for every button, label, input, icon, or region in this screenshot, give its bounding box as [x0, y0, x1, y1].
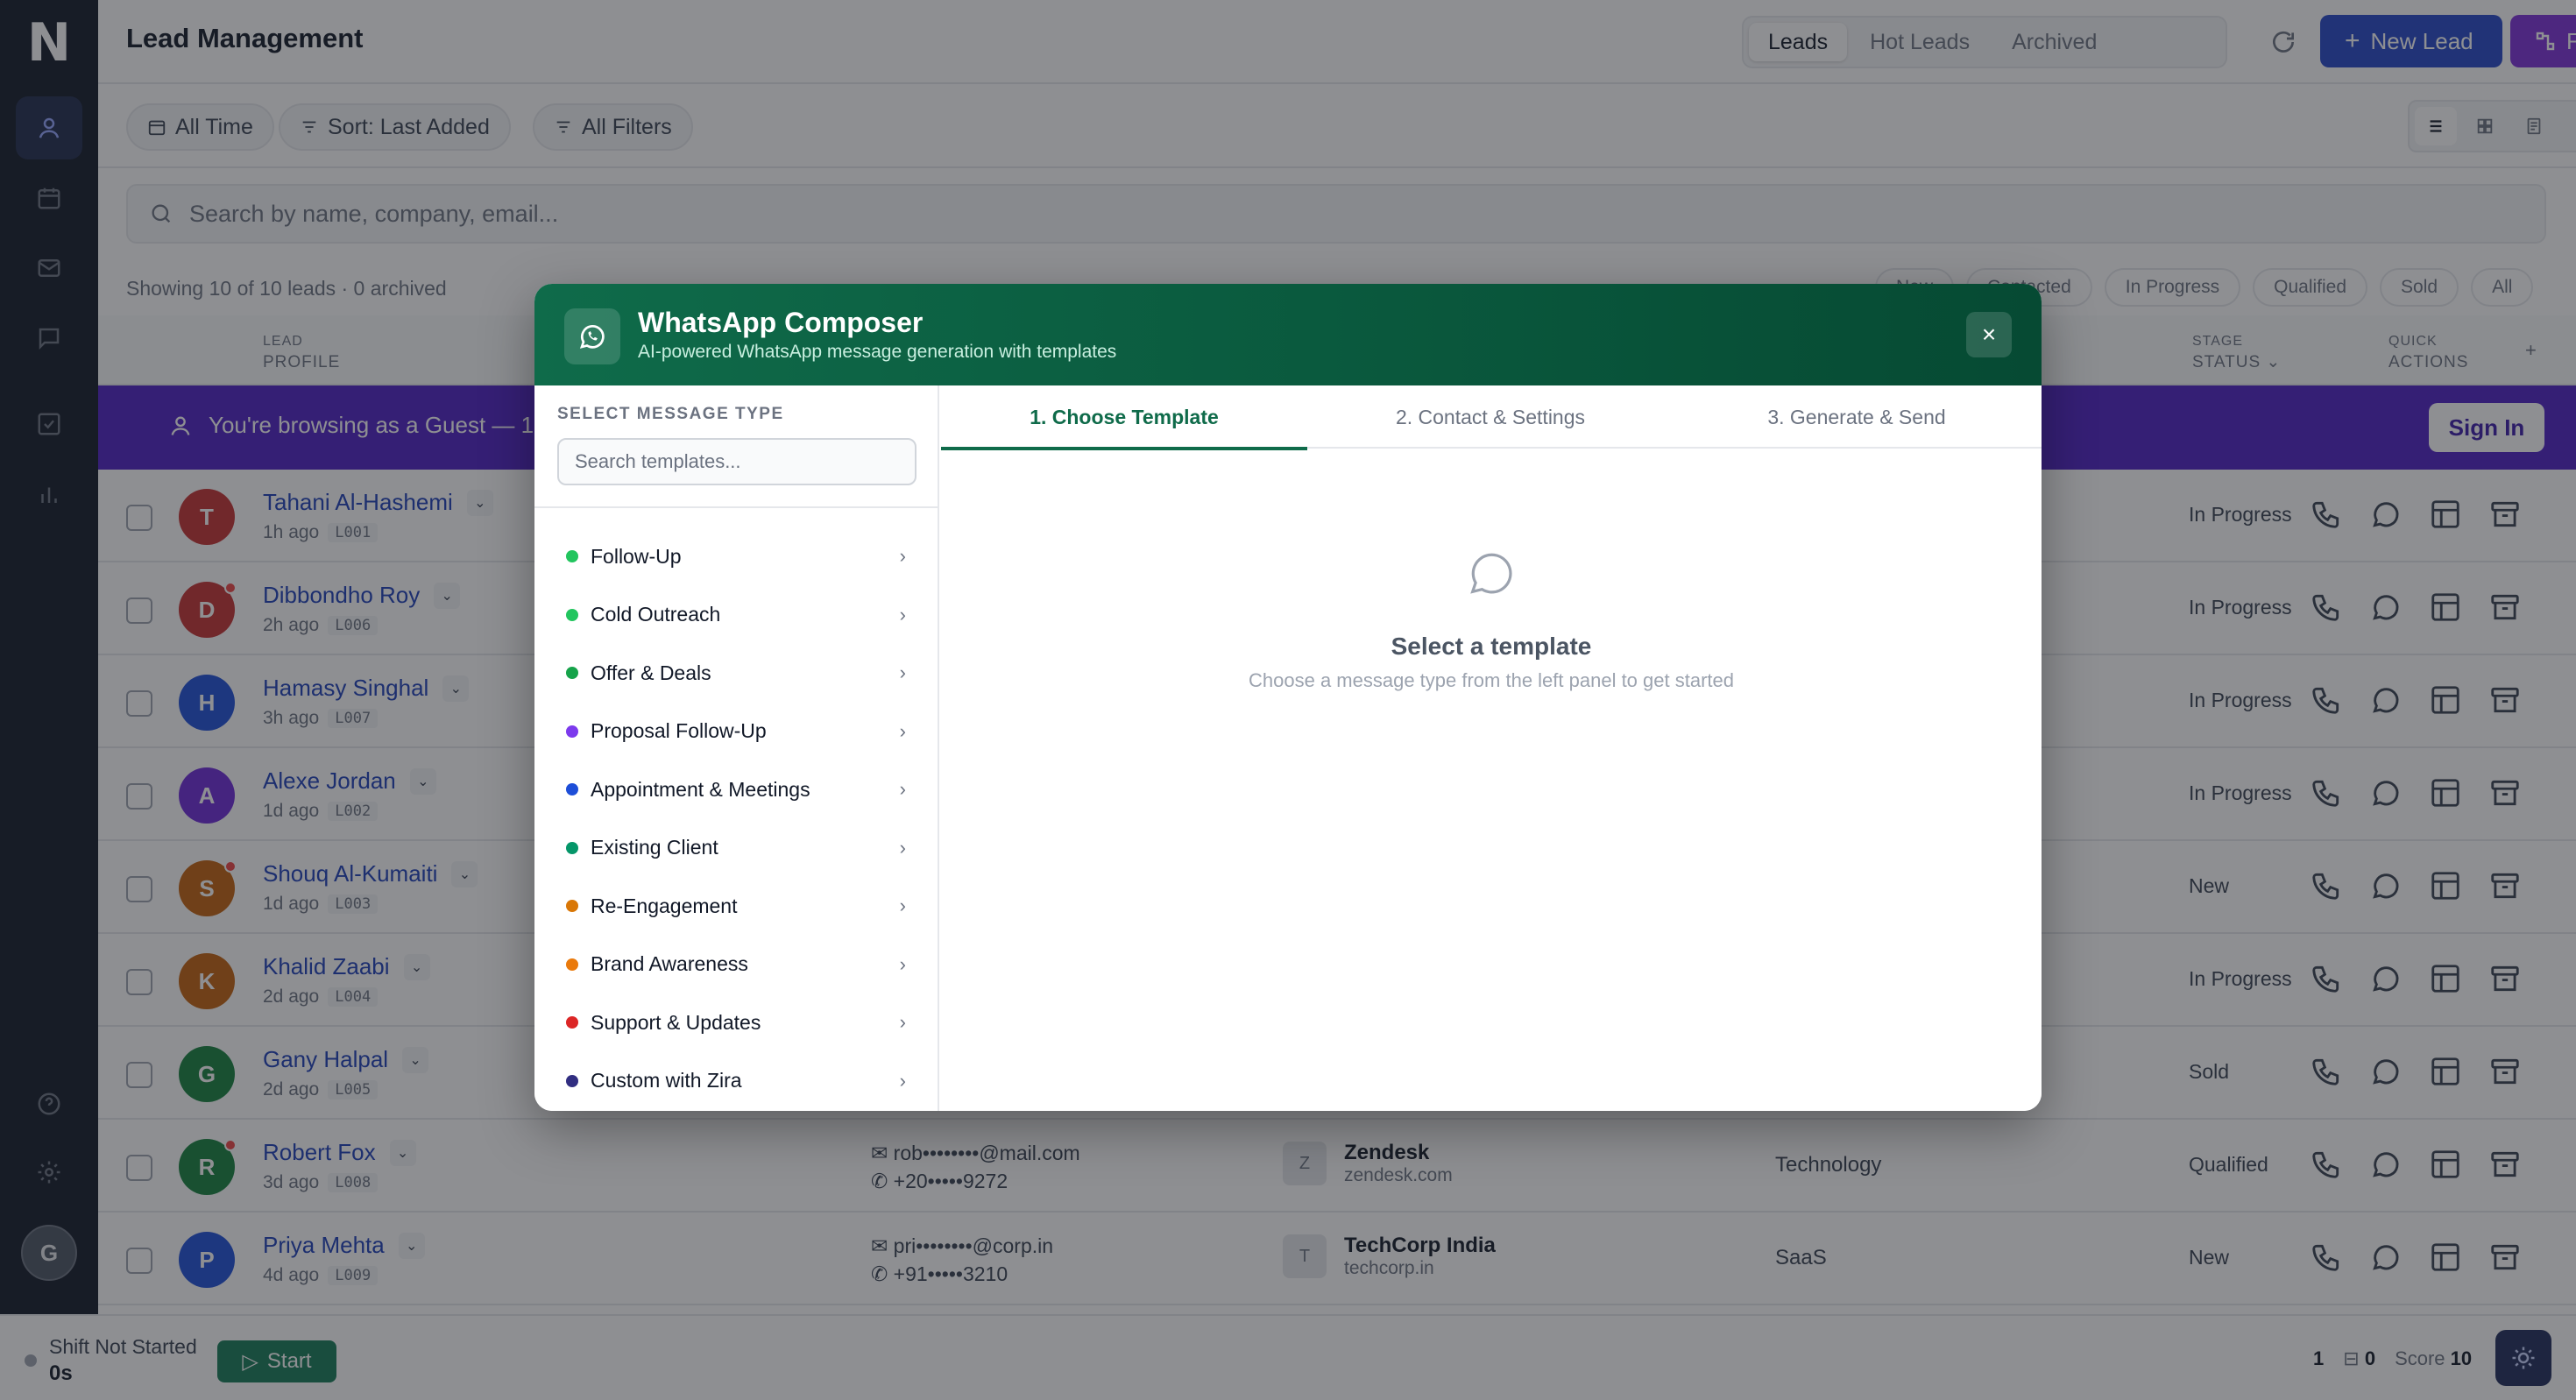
message-bubble-icon — [1470, 553, 1512, 594]
template-color-dot — [566, 550, 578, 562]
empty-state-title: Select a template — [1391, 633, 1592, 660]
template-panel: SELECT MESSAGE TYPE Search templates... … — [534, 385, 939, 1111]
template-item[interactable]: Re-Engagement › — [557, 884, 916, 928]
chevron-right-icon: › — [899, 603, 906, 626]
template-label: Brand Awareness — [591, 952, 748, 975]
chevron-right-icon: › — [899, 1069, 906, 1092]
select-message-type-label: SELECT MESSAGE TYPE — [557, 405, 784, 423]
empty-state-subtitle: Choose a message type from the left pane… — [1249, 669, 1734, 691]
chevron-right-icon: › — [899, 719, 906, 742]
template-color-dot — [566, 725, 578, 738]
chevron-right-icon: › — [899, 778, 906, 800]
template-item[interactable]: Appointment & Meetings › — [557, 767, 916, 811]
template-label: Support & Updates — [591, 1010, 761, 1034]
chevron-right-icon: › — [899, 661, 906, 683]
template-search-placeholder: Search templates... — [575, 450, 741, 472]
chevron-right-icon: › — [899, 545, 906, 567]
template-label: Existing Client — [591, 836, 718, 859]
template-label: Re-Engagement — [591, 894, 738, 917]
template-color-dot — [566, 1016, 578, 1029]
divider — [534, 506, 938, 508]
template-item[interactable]: Offer & Deals › — [557, 651, 916, 695]
chevron-right-icon: › — [899, 1011, 906, 1033]
template-search-input[interactable]: Search templates... — [557, 438, 916, 485]
tab-choose-template[interactable]: 1. Choose Template — [941, 385, 1307, 450]
template-label: Follow-Up — [591, 544, 682, 568]
template-color-dot — [566, 1074, 578, 1087]
template-item[interactable]: Cold Outreach › — [557, 593, 916, 637]
whatsapp-icon — [564, 308, 620, 364]
template-label: Cold Outreach — [591, 603, 721, 626]
template-color-dot — [566, 841, 578, 854]
tab-generate-send[interactable]: 3. Generate & Send — [1674, 385, 2040, 449]
chevron-right-icon: › — [899, 952, 906, 975]
whatsapp-composer-modal: WhatsApp Composer AI-powered WhatsApp me… — [534, 284, 2042, 1111]
template-item[interactable]: Brand Awareness › — [557, 943, 916, 986]
template-color-dot — [566, 958, 578, 971]
modal-header: WhatsApp Composer AI-powered WhatsApp me… — [534, 284, 2042, 385]
template-label: Proposal Follow-Up — [591, 719, 767, 742]
template-label: Custom with Zira — [591, 1069, 742, 1092]
tab-contact-settings[interactable]: 2. Contact & Settings — [1307, 385, 1674, 449]
template-label: Appointment & Meetings — [591, 777, 810, 801]
template-color-dot — [566, 783, 578, 795]
template-item[interactable]: Follow-Up › — [557, 534, 916, 578]
template-label: Offer & Deals — [591, 661, 711, 684]
modal-subtitle: AI-powered WhatsApp message generation w… — [638, 342, 1117, 362]
template-color-dot — [566, 608, 578, 621]
close-icon: × — [1981, 321, 1997, 348]
template-item[interactable]: Custom with Zira › — [557, 1059, 916, 1103]
close-button[interactable]: × — [1966, 312, 2012, 357]
template-item[interactable]: Proposal Follow-Up › — [557, 710, 916, 753]
template-item[interactable]: Support & Updates › — [557, 1001, 916, 1044]
template-color-dot — [566, 900, 578, 912]
template-item[interactable]: Existing Client › — [557, 826, 916, 870]
composer-main: 1. Choose Template 2. Contact & Settings… — [941, 385, 2042, 1111]
modal-title: WhatsApp Composer — [638, 307, 924, 338]
chevron-right-icon: › — [899, 894, 906, 916]
chevron-right-icon: › — [899, 836, 906, 859]
template-color-dot — [566, 667, 578, 679]
composer-steps: 1. Choose Template 2. Contact & Settings… — [941, 385, 2042, 450]
